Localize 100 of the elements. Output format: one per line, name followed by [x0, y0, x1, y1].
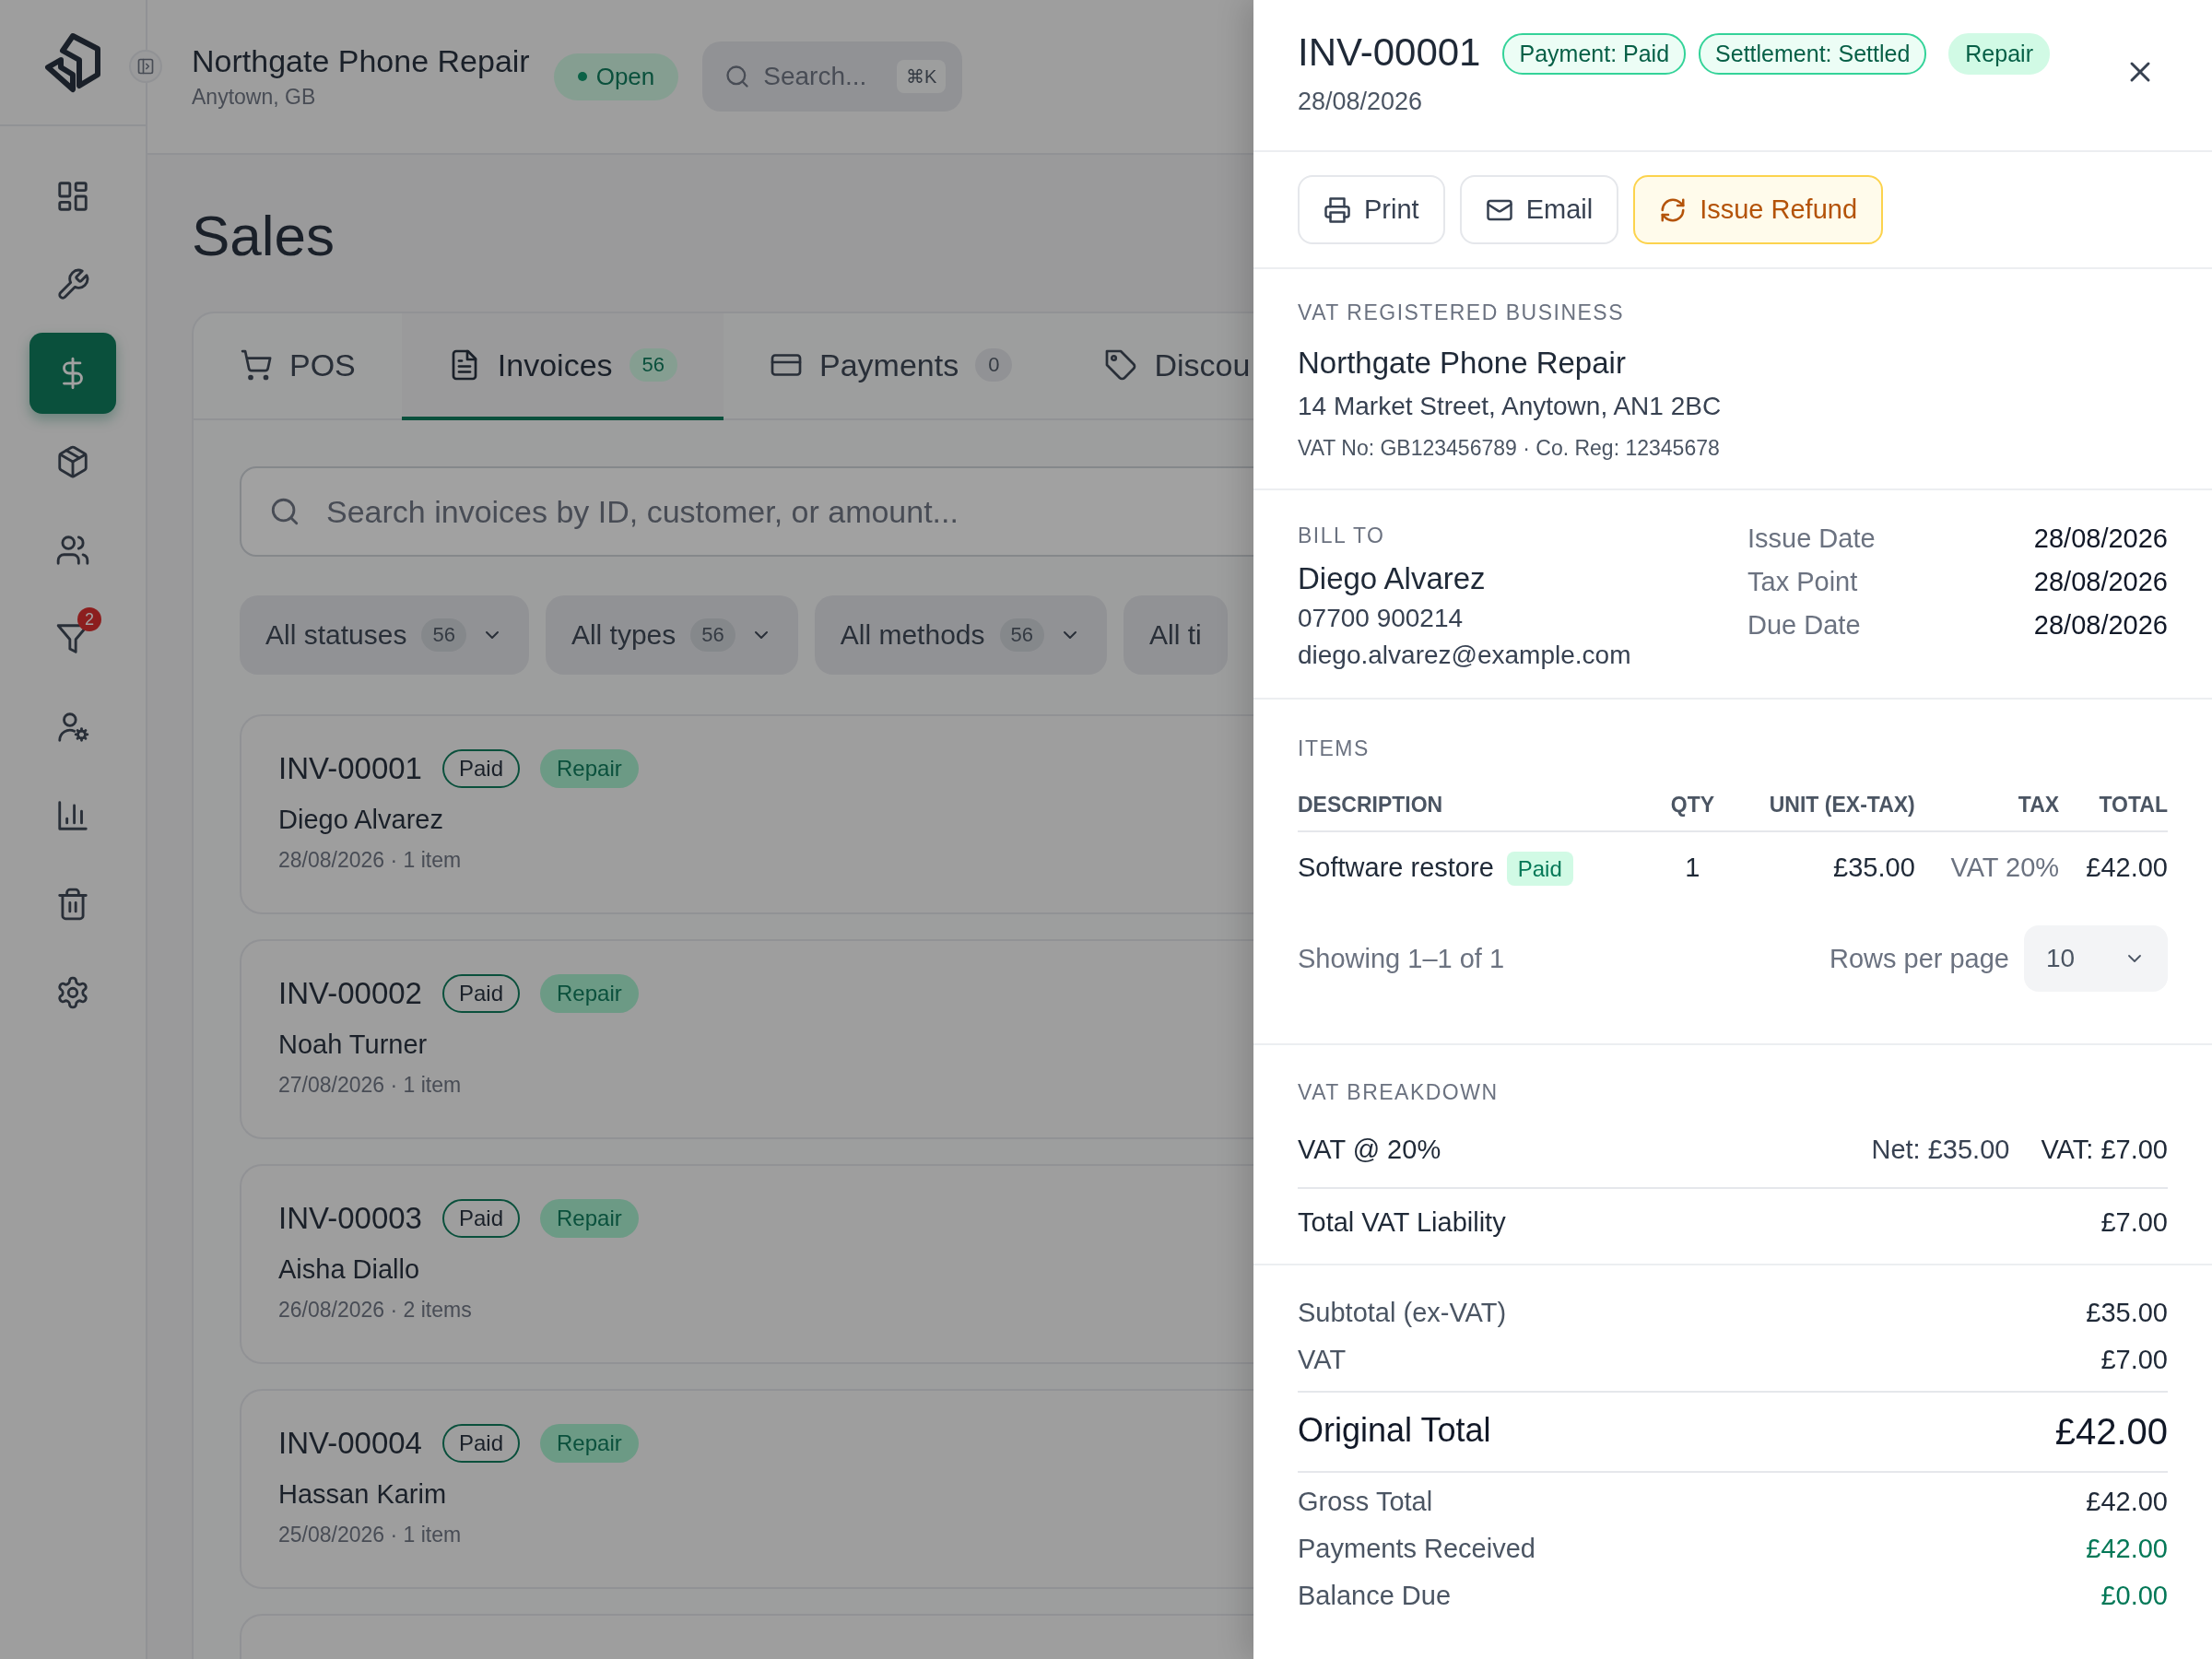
section-heading: VAT BREAKDOWN — [1298, 1080, 1499, 1105]
table-cell: VAT 20% — [1914, 831, 2060, 903]
total-value: £35.00 — [2086, 1298, 2168, 1328]
customer-name: Diego Alvarez — [278, 805, 443, 835]
dashboard-icon — [55, 179, 90, 214]
total-value: £42.00 — [2054, 1411, 2168, 1453]
column-header: UNIT (EX-TAX) — [1721, 793, 1915, 831]
issue-refund-button[interactable]: Issue Refund — [1633, 175, 1884, 244]
section-heading: VAT REGISTERED BUSINESS — [1298, 300, 1625, 325]
total-value: £42.00 — [2086, 1534, 2168, 1564]
rows-per-page-select[interactable]: 10 — [2024, 925, 2168, 992]
date-value: 28/08/2026 — [2033, 610, 2168, 641]
type-badge: Repair — [540, 974, 639, 1013]
search-placeholder: Search... — [763, 62, 867, 91]
date-label: Due Date — [1747, 610, 1862, 641]
printer-icon — [1324, 195, 1351, 224]
rows-per-page-label: Rows per page — [1829, 943, 2009, 974]
notification-badge: 2 — [77, 607, 101, 631]
logo-icon[interactable] — [42, 31, 103, 93]
filter-dropdown[interactable]: All statuses 56 — [240, 595, 529, 675]
settings-icon — [55, 975, 90, 1010]
invoice-id: INV-00001 — [278, 751, 422, 786]
invoice-id: INV-00003 — [278, 1201, 422, 1236]
payment-status-badge: Paid — [441, 974, 520, 1013]
bar-chart-icon — [55, 798, 90, 833]
status-badge: Settlement: Settled — [1699, 33, 1927, 75]
business-address: 14 Market Street, Anytown, AN1 2BC — [1298, 392, 1722, 421]
pagination-summary: Showing 1–1 of 1 — [1298, 943, 1505, 974]
invoice-meta: 27/08/2026 · 1 item — [278, 1073, 462, 1098]
shortcut-key: ⌘K — [896, 60, 947, 93]
item-description: Software restore — [1298, 853, 1494, 882]
count-badge: 56 — [629, 348, 678, 382]
trash-icon — [55, 887, 90, 922]
status-label: Open — [595, 62, 655, 91]
column-header: TOTAL — [2059, 793, 2168, 831]
count-badge: 56 — [999, 618, 1044, 652]
date-label: Tax Point — [1747, 567, 1859, 597]
filter-dropdown[interactable]: All methods 56 — [814, 595, 1107, 675]
customer-phone: 07700 900214 — [1298, 604, 1464, 633]
tab[interactable]: Invoices 56 — [401, 313, 724, 420]
item-status-badge: Paid — [1506, 852, 1573, 886]
print-button[interactable]: Print — [1298, 175, 1445, 244]
date-label: Issue Date — [1747, 524, 1877, 554]
invoice-id: INV-00004 — [278, 1426, 422, 1461]
wrench-icon — [55, 267, 90, 302]
payment-status-badge: Paid — [441, 1424, 520, 1463]
date-value: 28/08/2026 — [2033, 567, 2168, 597]
filter-dropdown[interactable]: All types 56 — [545, 595, 798, 675]
invoice-meta: 26/08/2026 · 2 items — [278, 1298, 472, 1323]
customer-name: Diego Alvarez — [1298, 561, 1486, 596]
total-label: Original Total — [1298, 1411, 1491, 1451]
total-value: £7.00 — [2100, 1207, 2168, 1238]
registration-details: VAT No: GB123456789 · Co. Reg: 12345678 — [1298, 436, 1720, 461]
user-gear-icon — [55, 710, 90, 745]
type-badge: Repair — [540, 1424, 639, 1463]
total-label: Gross Total — [1298, 1487, 1433, 1517]
global-search-field[interactable]: Search... ⌘K — [702, 41, 963, 112]
sidebar-toggle-button[interactable] — [129, 50, 162, 83]
table-cell: 1 — [1664, 831, 1722, 903]
invoice-meta: 25/08/2026 · 1 item — [278, 1523, 462, 1547]
customer-name: Hassan Karim — [278, 1479, 447, 1510]
column-header: QTY — [1664, 793, 1722, 831]
invoice-meta: 28/08/2026 · 1 item — [278, 848, 462, 873]
table-cell: £35.00 — [1721, 831, 1915, 903]
box-icon — [55, 444, 90, 479]
users-icon — [55, 533, 90, 568]
count-badge: 0 — [975, 348, 1013, 382]
business-name: Northgate Phone Repair — [192, 43, 530, 79]
column-header: TAX — [1914, 793, 2060, 831]
status-badge: Payment: Paid — [1502, 33, 1687, 75]
tab[interactable]: Payments 0 — [724, 313, 1059, 420]
total-label: Subtotal (ex-VAT) — [1298, 1298, 1507, 1328]
type-badge: Repair — [540, 749, 639, 788]
column-header: DESCRIPTION — [1298, 793, 1664, 831]
cart-icon — [240, 348, 273, 382]
invoice-id: INV-00001 — [1298, 29, 1481, 75]
search-icon — [269, 496, 300, 527]
filter-dropdown[interactable]: All ti — [1124, 595, 1228, 675]
section-heading: BILL TO — [1298, 524, 1385, 548]
invoice-date: 28/08/2026 — [1298, 88, 1423, 116]
customer-email: diego.alvarez@example.com — [1298, 641, 1631, 670]
sidebar-toggle-icon — [136, 57, 155, 76]
business-name: Northgate Phone Repair — [1298, 346, 1626, 381]
sidebar-item[interactable] — [29, 333, 116, 414]
date-value: 28/08/2026 — [2033, 524, 2168, 554]
payment-status-badge: Paid — [441, 749, 520, 788]
section-heading: ITEMS — [1298, 736, 1370, 761]
table-cell: £42.00 — [2059, 831, 2168, 903]
count-badge: 56 — [690, 618, 735, 652]
invoice-id: INV-00002 — [278, 976, 422, 1011]
total-label: Total VAT Liability — [1298, 1207, 1506, 1238]
total-label: Payments Received — [1298, 1534, 1535, 1564]
tab[interactable]: POS — [194, 313, 402, 420]
email-button[interactable]: Email — [1459, 175, 1619, 244]
status-badge: Repair — [1948, 33, 2050, 75]
customer-name: Aisha Diallo — [278, 1254, 420, 1285]
sidebar-item[interactable]: 2 — [29, 598, 116, 679]
status-dot-icon — [577, 72, 587, 81]
type-badge: Repair — [540, 1199, 639, 1238]
tag-icon — [1104, 348, 1138, 382]
